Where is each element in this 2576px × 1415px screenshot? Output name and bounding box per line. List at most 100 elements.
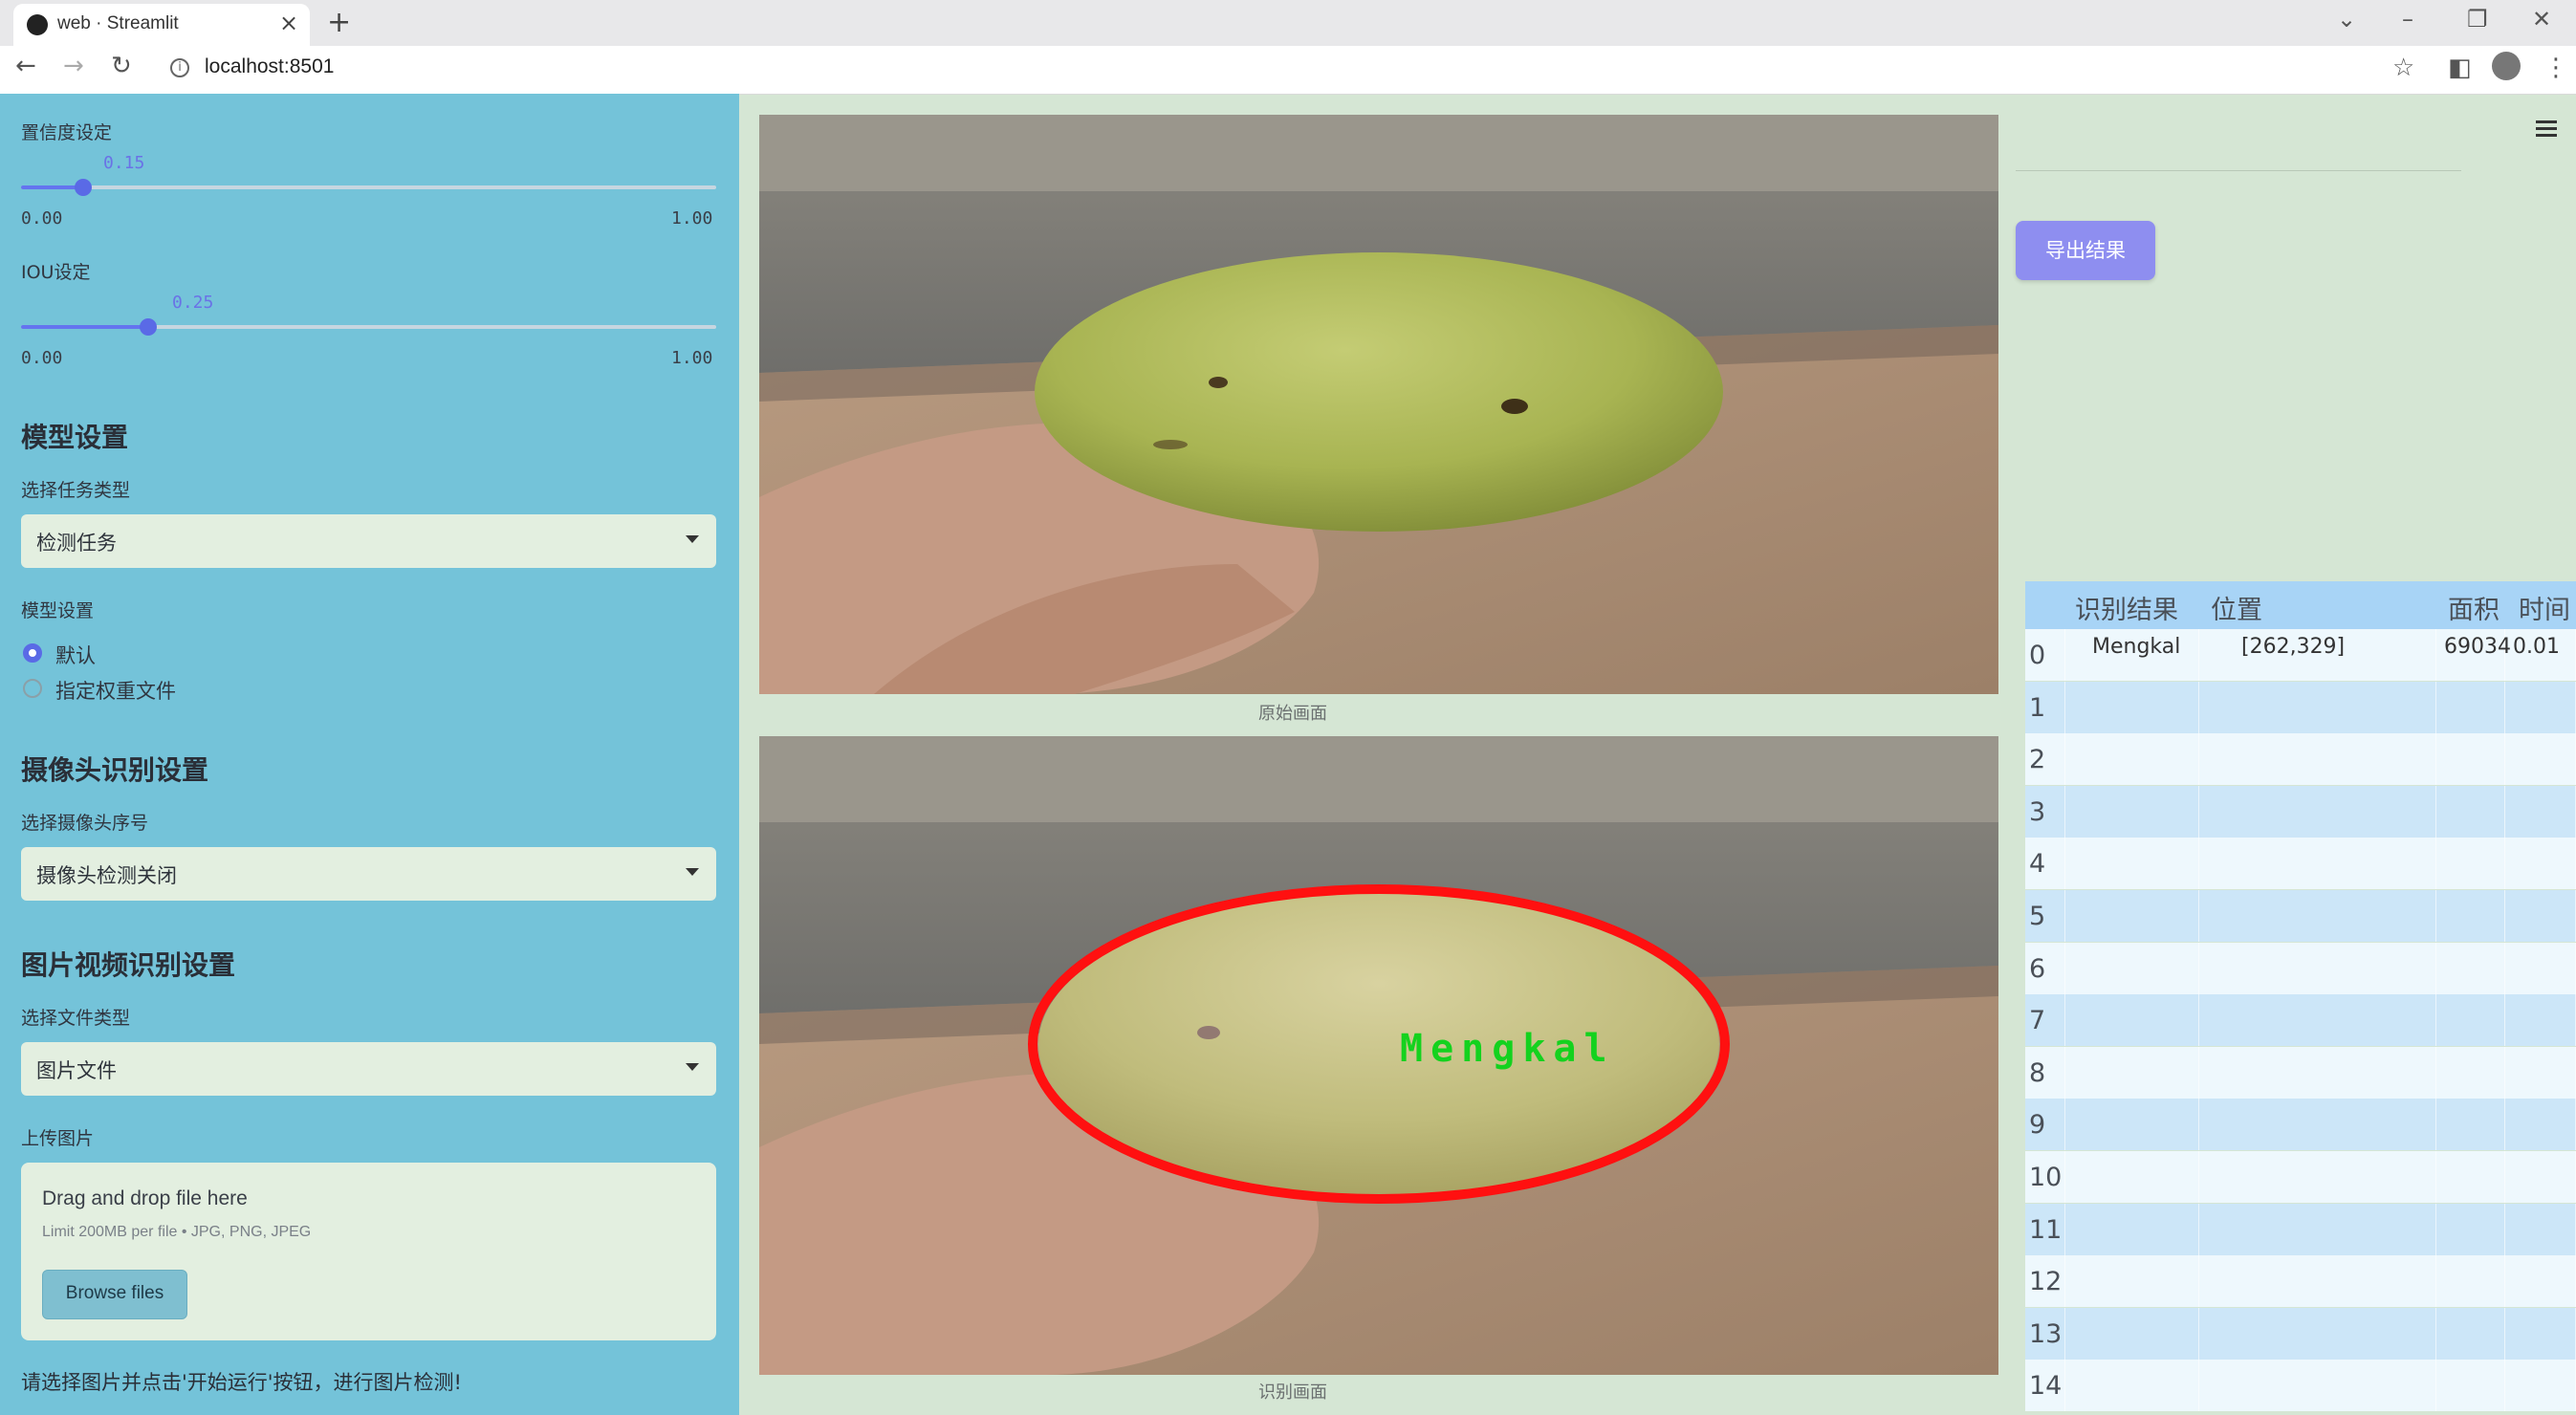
- cell-area[interactable]: [2436, 1151, 2505, 1203]
- table-row[interactable]: 4: [2025, 838, 2576, 890]
- cell-time[interactable]: 0.01: [2505, 629, 2576, 681]
- more-menu-icon[interactable]: ⋮: [2543, 54, 2568, 82]
- cell-position[interactable]: [2199, 681, 2436, 733]
- row-index[interactable]: 1: [2025, 681, 2065, 733]
- cell-position[interactable]: [2199, 1360, 2436, 1412]
- url-text[interactable]: localhost:8501: [205, 55, 334, 78]
- close-tab-icon[interactable]: ×: [279, 10, 298, 36]
- restore-icon[interactable]: ❐: [2467, 6, 2488, 33]
- iou-slider-thumb[interactable]: [140, 318, 157, 336]
- cell-result[interactable]: [2065, 681, 2199, 733]
- file-type-select[interactable]: 图片文件: [21, 1042, 716, 1096]
- table-row[interactable]: 2: [2025, 733, 2576, 786]
- cell-position[interactable]: [2199, 1255, 2436, 1308]
- side-panel-icon[interactable]: ◧: [2448, 54, 2472, 82]
- table-row[interactable]: 8: [2025, 1046, 2576, 1099]
- export-results-button[interactable]: 导出结果: [2016, 221, 2155, 280]
- row-index[interactable]: 4: [2025, 838, 2065, 890]
- table-row[interactable]: 11: [2025, 1203, 2576, 1255]
- cell-result[interactable]: [2065, 994, 2199, 1047]
- column-header-area[interactable]: 面积: [2448, 589, 2500, 626]
- cell-time[interactable]: [2505, 1151, 2576, 1203]
- table-row[interactable]: 1: [2025, 681, 2576, 733]
- row-index[interactable]: 0: [2025, 629, 2065, 681]
- row-index[interactable]: 2: [2025, 733, 2065, 786]
- table-row[interactable]: 7: [2025, 994, 2576, 1047]
- cell-area[interactable]: [2436, 890, 2505, 942]
- cell-area[interactable]: [2436, 733, 2505, 786]
- row-index[interactable]: 9: [2025, 1099, 2065, 1151]
- minimize-icon[interactable]: –: [2402, 6, 2413, 33]
- cell-time[interactable]: [2505, 1099, 2576, 1151]
- table-row[interactable]: 0 Mengkal [262,329] 69034 0.01: [2025, 629, 2576, 681]
- cell-result[interactable]: [2065, 1203, 2199, 1255]
- cell-area[interactable]: 69034: [2436, 629, 2511, 681]
- cell-area[interactable]: [2436, 681, 2505, 733]
- browser-tab[interactable]: web · Streamlit ×: [13, 4, 310, 46]
- cell-time[interactable]: [2505, 733, 2576, 786]
- cell-result[interactable]: [2065, 890, 2199, 942]
- tab-search-chevron-icon[interactable]: ⌄: [2337, 6, 2356, 33]
- cell-time[interactable]: [2505, 785, 2576, 838]
- table-row[interactable]: 3: [2025, 785, 2576, 838]
- cell-area[interactable]: [2436, 785, 2505, 838]
- cell-area[interactable]: [2436, 1255, 2505, 1308]
- cell-result[interactable]: [2065, 1099, 2199, 1151]
- column-header-time[interactable]: 时间: [2519, 589, 2570, 626]
- hamburger-menu-icon[interactable]: [2536, 120, 2557, 141]
- table-row[interactable]: 12: [2025, 1255, 2576, 1308]
- row-index[interactable]: 13: [2025, 1307, 2065, 1360]
- cell-area[interactable]: [2436, 838, 2505, 890]
- table-row[interactable]: 14: [2025, 1360, 2576, 1412]
- cell-position[interactable]: [2199, 890, 2436, 942]
- cell-position[interactable]: [2199, 1099, 2436, 1151]
- cell-position[interactable]: [262,329]: [2199, 629, 2436, 681]
- back-arrow-icon[interactable]: ←: [15, 52, 36, 80]
- cell-position[interactable]: [2199, 785, 2436, 838]
- cell-time[interactable]: [2505, 1203, 2576, 1255]
- table-row[interactable]: 5: [2025, 890, 2576, 942]
- cell-area[interactable]: [2436, 1046, 2505, 1099]
- cell-result[interactable]: [2065, 733, 2199, 786]
- cell-time[interactable]: [2505, 994, 2576, 1047]
- radio-default[interactable]: [23, 643, 42, 663]
- new-tab-icon[interactable]: +: [327, 6, 351, 39]
- cell-result[interactable]: [2065, 1046, 2199, 1099]
- site-info-icon[interactable]: i: [170, 58, 189, 77]
- row-index[interactable]: 8: [2025, 1046, 2065, 1099]
- confidence-slider-track[interactable]: [21, 185, 716, 189]
- reload-icon[interactable]: ↻: [111, 52, 132, 80]
- cell-time[interactable]: [2505, 942, 2576, 994]
- cell-area[interactable]: [2436, 1099, 2505, 1151]
- bookmark-star-icon[interactable]: ☆: [2392, 54, 2414, 82]
- cell-time[interactable]: [2505, 838, 2576, 890]
- cell-position[interactable]: [2199, 1151, 2436, 1203]
- cell-time[interactable]: [2505, 1046, 2576, 1099]
- row-index[interactable]: 11: [2025, 1203, 2065, 1255]
- cell-position[interactable]: [2199, 733, 2436, 786]
- row-index[interactable]: 7: [2025, 994, 2065, 1047]
- cell-position[interactable]: [2199, 838, 2436, 890]
- cell-result[interactable]: [2065, 1255, 2199, 1308]
- cell-area[interactable]: [2436, 994, 2505, 1047]
- profile-avatar-icon[interactable]: [2492, 52, 2521, 80]
- cell-area[interactable]: [2436, 942, 2505, 994]
- column-header-position[interactable]: 位置: [2211, 589, 2262, 626]
- cell-area[interactable]: [2436, 1307, 2505, 1360]
- cell-result[interactable]: [2065, 785, 2199, 838]
- cell-time[interactable]: [2505, 1307, 2576, 1360]
- cell-position[interactable]: [2199, 1203, 2436, 1255]
- cell-area[interactable]: [2436, 1360, 2505, 1412]
- cell-position[interactable]: [2199, 1046, 2436, 1099]
- cell-position[interactable]: [2199, 994, 2436, 1047]
- cell-result[interactable]: Mengkal: [2065, 629, 2199, 681]
- cell-position[interactable]: [2199, 942, 2436, 994]
- radio-custom-weights[interactable]: [23, 679, 42, 698]
- radio-default-label[interactable]: 默认: [55, 641, 96, 669]
- cell-result[interactable]: [2065, 1360, 2199, 1412]
- browse-files-button[interactable]: Browse files: [42, 1270, 187, 1319]
- cell-time[interactable]: [2505, 890, 2576, 942]
- confidence-slider-thumb[interactable]: [75, 179, 92, 196]
- cell-result[interactable]: [2065, 1151, 2199, 1203]
- cell-time[interactable]: [2505, 1360, 2576, 1412]
